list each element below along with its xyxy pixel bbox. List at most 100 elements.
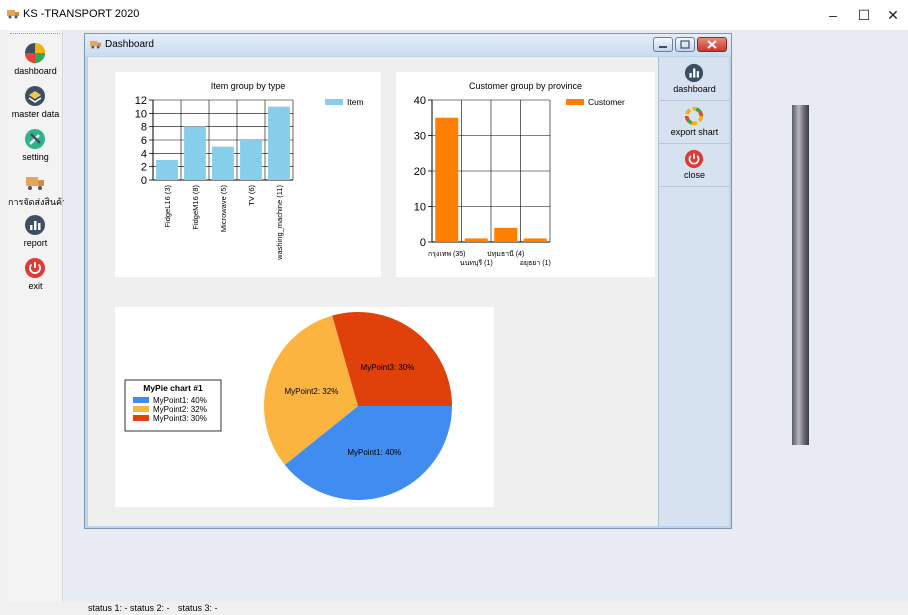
x-tick-label: กรุงเทพ (35) <box>428 251 465 258</box>
power-icon <box>25 258 45 278</box>
y-tick-label: 0 <box>420 237 426 249</box>
dashboard-window: Dashboard Item group by type 0 2 4 6 8 10 12 Fi… <box>84 33 732 529</box>
sidebar-item-setting[interactable]: setting <box>8 124 63 166</box>
chart-panel-pie: MyPoint1: 40% MyPoint2: 32% MyPoint3: 30% M… <box>115 307 494 507</box>
y-tick-label: 20 <box>414 166 426 178</box>
legend-swatch <box>133 415 149 421</box>
window-close-button[interactable] <box>697 37 727 52</box>
pie-chart: MyPoint1: 40%MyPoint2: 32%MyPoint3: 30%M… <box>124 312 452 500</box>
minimize-button[interactable]: – <box>819 4 847 26</box>
report-icon <box>25 215 45 235</box>
sidebar-item-label: report <box>23 238 48 248</box>
y-tick-label: 2 <box>141 162 147 174</box>
sidebar-item-dashboard[interactable]: dashboard <box>8 38 63 80</box>
dashboard-title: Dashboard <box>105 39 154 50</box>
window-minimize-button[interactable] <box>653 37 673 52</box>
panel-button-label: export shart <box>670 127 719 137</box>
sidebar-item-label: master data <box>11 109 60 119</box>
x-tick-label: FidgeM16 (8) <box>191 185 200 230</box>
legend-label: MyPoint3: 30% <box>153 414 207 423</box>
app-icon <box>90 40 101 49</box>
right-panel: dashboard export shart close <box>658 57 730 526</box>
sidebar-item-delivery[interactable]: การจัดส่งสินค้า <box>8 167 68 209</box>
y-tick-label: 0 <box>141 175 147 187</box>
sidebar-item-label: dashboard <box>14 66 57 76</box>
panel-button-label: dashboard <box>673 84 716 94</box>
power-icon <box>684 149 704 169</box>
legend-swatch <box>133 406 149 412</box>
status-1: status 1: - <box>88 603 128 613</box>
app-title: KS -TRANSPORT 2020 <box>23 8 140 20</box>
y-tick-label: 4 <box>141 148 147 160</box>
x-tick-label: Microwave (5) <box>219 185 228 233</box>
export-icon <box>684 106 704 126</box>
pie-label: MyPoint1: 40% <box>347 448 401 457</box>
province-bar-chart: 0 10 20 30 40 กรุงเทพ (35)นนทบุรี (1)ปทุมธานี… <box>414 95 625 267</box>
status-bar: status 1: - status 2: - status 3: - <box>0 602 908 615</box>
y-tick-label: 40 <box>414 95 426 107</box>
bar <box>464 238 488 242</box>
x-tick-label: อยุธยา (1) <box>520 260 551 267</box>
bar <box>435 117 459 242</box>
bar <box>212 146 234 180</box>
item-type-bar-chart: 02 468 1012 FidgeL16 (3) FidgeM16 (8) Microwa… <box>135 95 364 261</box>
sidebar-item-master-data[interactable]: master data <box>8 81 63 123</box>
y-tick-label: 12 <box>135 95 147 107</box>
legend-label: MyPoint2: 32% <box>153 405 207 414</box>
bar <box>156 160 178 180</box>
bar <box>184 126 206 180</box>
sidebar-item-exit[interactable]: exit <box>8 253 63 295</box>
status-3: status 3: - <box>178 603 218 613</box>
sidebar-item-label: การจัดส่งสินค้า <box>8 197 68 207</box>
y-tick-label: 10 <box>414 202 426 214</box>
sidebar-item-report[interactable]: report <box>8 210 63 252</box>
delivery-truck-icon <box>26 177 44 190</box>
sidebar-item-label: exit <box>28 281 43 291</box>
x-tick-label: washing_machine (11) <box>275 185 284 261</box>
legend-swatch <box>566 99 584 105</box>
panel-button-dashboard[interactable]: dashboard <box>659 59 730 101</box>
sidebar-grip <box>10 33 60 34</box>
x-tick-label: ปทุมธานี (4) <box>487 250 524 258</box>
close-button[interactable]: ✕ <box>879 4 907 26</box>
legend-swatch <box>325 99 343 105</box>
x-tick-label: FidgeL16 (3) <box>163 185 172 228</box>
chart-panel-item-type: Item group by type 0 2 4 6 8 10 12 FidgeL16 (3)… <box>115 72 381 277</box>
legend-label: MyPoint1: 40% <box>153 396 207 405</box>
app-icon <box>7 10 19 19</box>
legend-title: MyPie chart #1 <box>143 383 203 393</box>
bar <box>240 140 262 180</box>
y-tick-label: 6 <box>141 135 147 147</box>
bar <box>268 106 290 180</box>
panel-button-close[interactable]: close <box>659 145 730 187</box>
y-tick-label: 8 <box>141 122 147 134</box>
bar <box>494 227 518 242</box>
legend-label: Customer <box>588 97 625 107</box>
legend-label: Item <box>347 97 364 107</box>
panel-button-label: close <box>683 170 705 180</box>
pie-label: MyPoint2: 32% <box>285 387 339 396</box>
panel-button-export[interactable]: export shart <box>659 102 730 144</box>
legend-swatch <box>133 397 149 403</box>
sidebar-item-label: setting <box>22 152 49 162</box>
y-tick-label: 30 <box>414 131 426 143</box>
dashboard-icon <box>25 43 45 63</box>
x-tick-label: TV (6) <box>247 185 256 206</box>
status-2: status 2: - <box>130 603 170 613</box>
maximize-button[interactable]: ☐ <box>850 4 878 26</box>
window-restore-button[interactable] <box>675 37 695 52</box>
background-image <box>792 105 809 445</box>
dashboard-title-bar: Dashboard <box>85 34 731 56</box>
title-bar: KS -TRANSPORT 2020 – ☐ ✕ <box>0 0 908 30</box>
chart-panel-province: Customer group by province 0 10 20 30 40 กรุง… <box>396 72 655 277</box>
tools-icon <box>25 129 45 149</box>
y-tick-label: 10 <box>135 108 147 120</box>
dashboard-icon <box>684 63 704 83</box>
bar <box>523 238 547 242</box>
pie-label: MyPoint3: 30% <box>361 363 415 372</box>
dashboard-content: Item group by type 0 2 4 6 8 10 12 FidgeL16 (3)… <box>88 57 658 526</box>
database-icon <box>25 86 45 106</box>
app-window: KS -TRANSPORT 2020 – ☐ ✕ dashboard maste… <box>0 0 908 615</box>
sidebar: dashboard master data setting การจัดส่งส… <box>8 30 68 615</box>
x-tick-label: นนทบุรี (1) <box>460 259 493 267</box>
